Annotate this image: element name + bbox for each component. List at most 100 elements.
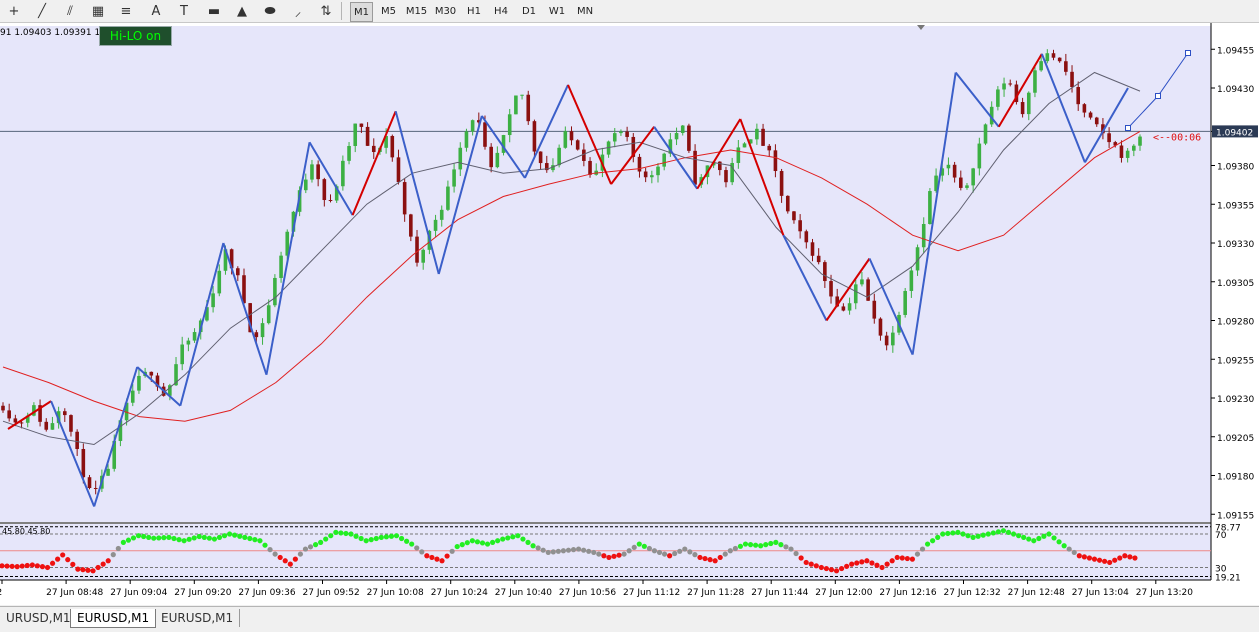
candle-body [785, 195, 790, 212]
candle-body [847, 303, 852, 311]
candle-body [310, 164, 314, 180]
oscillator-point [34, 563, 41, 569]
oscillator-point [1046, 531, 1052, 537]
timeframe-m30-button[interactable]: M30 [433, 2, 458, 20]
chart-area[interactable]: 1.09455 1.09430 1.09402 1.09380 1.09355 1.093… [0, 23, 1259, 605]
timeframe-h1-button[interactable]: H1 [463, 2, 485, 20]
crosshair-tool-icon[interactable]: + [4, 2, 24, 20]
oscillator-point [434, 556, 440, 562]
oscillator-point [945, 530, 951, 537]
oscillator-point [262, 542, 268, 548]
oscillator-point [651, 548, 658, 554]
candle-body [44, 421, 49, 430]
candle-body [569, 131, 574, 141]
timeframe-mn-button[interactable]: MN [574, 2, 596, 20]
oscillator-point [85, 567, 91, 573]
oscillator-point [277, 554, 283, 561]
oscillator-point [717, 554, 723, 561]
timeframe-m15-button[interactable]: M15 [404, 2, 429, 20]
oscillator-point [1086, 555, 1093, 561]
chart-tabs-bar: URUSD,M1 EURUSD,M1 EURUSD,M1 [0, 606, 1259, 632]
oscillator-point [1021, 534, 1027, 540]
oscillator-point [975, 533, 981, 539]
candle-body [798, 220, 802, 232]
candle-body [829, 281, 833, 297]
channel-tool-icon[interactable]: ⫽ [60, 2, 80, 20]
candle-body [470, 120, 475, 132]
candle-body [1125, 150, 1130, 158]
oscillator-point [176, 537, 182, 543]
timeframe-d1-button[interactable]: D1 [518, 2, 540, 20]
candle-body [532, 121, 537, 152]
text-tool-icon[interactable]: A [146, 2, 166, 20]
price-tick-label: 1.09230 [1217, 395, 1254, 405]
oscillator-point [1122, 553, 1128, 559]
oscillator-point [130, 535, 137, 541]
oscillator-point [484, 541, 491, 547]
trendline-tool-icon[interactable]: ╱ [32, 2, 52, 20]
oscillator-point [833, 568, 840, 574]
oscillator-point [661, 551, 668, 557]
candle-body [396, 157, 401, 183]
oscillator-point [753, 542, 759, 548]
price-tick-label: 1.09380 [1217, 163, 1254, 173]
price-tick-label: 1.09155 [1217, 511, 1254, 521]
timeframe-h4-button[interactable]: H4 [490, 2, 512, 20]
candle-body [977, 143, 982, 169]
chart-tab[interactable]: EURUSD,M1 [70, 609, 157, 628]
oscillator-point [1066, 546, 1072, 552]
timeframe-w1-button[interactable]: W1 [546, 2, 568, 20]
oscillator-point [1076, 553, 1082, 559]
candle-body [1, 405, 5, 411]
drawing-toolbar: + ╱ ⫽ ▦ ≡ A T ▬ ▲ ⬬ ⸝ ⇅ M1 M5 M15 M30 H1 H4 D1 W1 MN [0, 0, 1259, 23]
oscillator-point [950, 530, 956, 536]
candle-body [767, 145, 772, 151]
text-label-tool-icon[interactable]: T [174, 2, 194, 20]
oscillator-point [611, 553, 617, 559]
oscillator-point [393, 533, 400, 539]
hilo-toggle-button[interactable]: Hi-LO on [99, 26, 172, 46]
oscillator-point [758, 543, 764, 549]
time-tick-label: 27 Jun 12:00 [815, 588, 872, 598]
oscillator-point [813, 563, 819, 569]
ellipse-tool-icon[interactable]: ⬬ [260, 2, 280, 20]
oscillator-point [1010, 531, 1017, 537]
gann-tool-icon[interactable]: ▦ [88, 2, 108, 20]
oscillator-point [919, 546, 926, 552]
candle-body [421, 249, 425, 263]
triangle-tool-icon[interactable]: ▲ [232, 2, 252, 20]
candle-body [192, 332, 197, 341]
candle-body [773, 150, 778, 172]
oscillator-point [1061, 543, 1067, 549]
chart-tab[interactable]: EURUSD,M1 [155, 609, 241, 627]
fibo-tool-icon[interactable]: ≡ [116, 2, 136, 20]
candle-body [538, 151, 543, 164]
chart-tab[interactable]: URUSD,M1 [0, 609, 78, 627]
price-chart[interactable]: 1.09455 1.09430 1.09402 1.09380 1.09355 1.093… [0, 23, 1259, 605]
rectangle-tool-icon[interactable]: ▬ [204, 2, 224, 20]
candle-body [446, 186, 450, 210]
candle-body [347, 146, 351, 161]
oscillator-point [14, 564, 20, 570]
candle-body [439, 209, 444, 220]
candle-body [779, 171, 784, 196]
time-tick-label: 27 Jun 09:04 [110, 588, 167, 598]
timeframe-m5-button[interactable]: M5 [377, 2, 400, 20]
oscillator-point [763, 542, 769, 548]
candle-body [458, 147, 463, 170]
time-tick-label: 27 Jun 12:32 [944, 588, 1001, 598]
oscillator-point [955, 529, 961, 535]
arrows-tool-icon[interactable]: ⇅ [316, 2, 336, 20]
timeframe-m1-button[interactable]: M1 [350, 2, 373, 22]
price-tick-label: 1.09205 [1217, 434, 1254, 444]
time-tick-label: 27 Jun 11:28 [687, 588, 744, 598]
fibo-fan-tool-icon[interactable]: ⸝ [288, 2, 308, 20]
price-tick-label: 1.09305 [1217, 279, 1254, 289]
candle-body [409, 214, 413, 237]
candle-body [1045, 53, 1050, 62]
time-tick-label: 27 Jun 10:56 [559, 588, 616, 598]
candle-body [643, 171, 648, 178]
oscillator-point [307, 544, 314, 550]
oscillator-point [1000, 528, 1007, 534]
oscillator-point [732, 545, 738, 552]
